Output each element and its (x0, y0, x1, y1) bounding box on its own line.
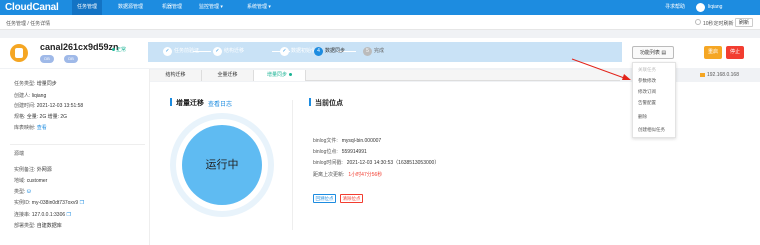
annotation-arrow (571, 58, 631, 80)
